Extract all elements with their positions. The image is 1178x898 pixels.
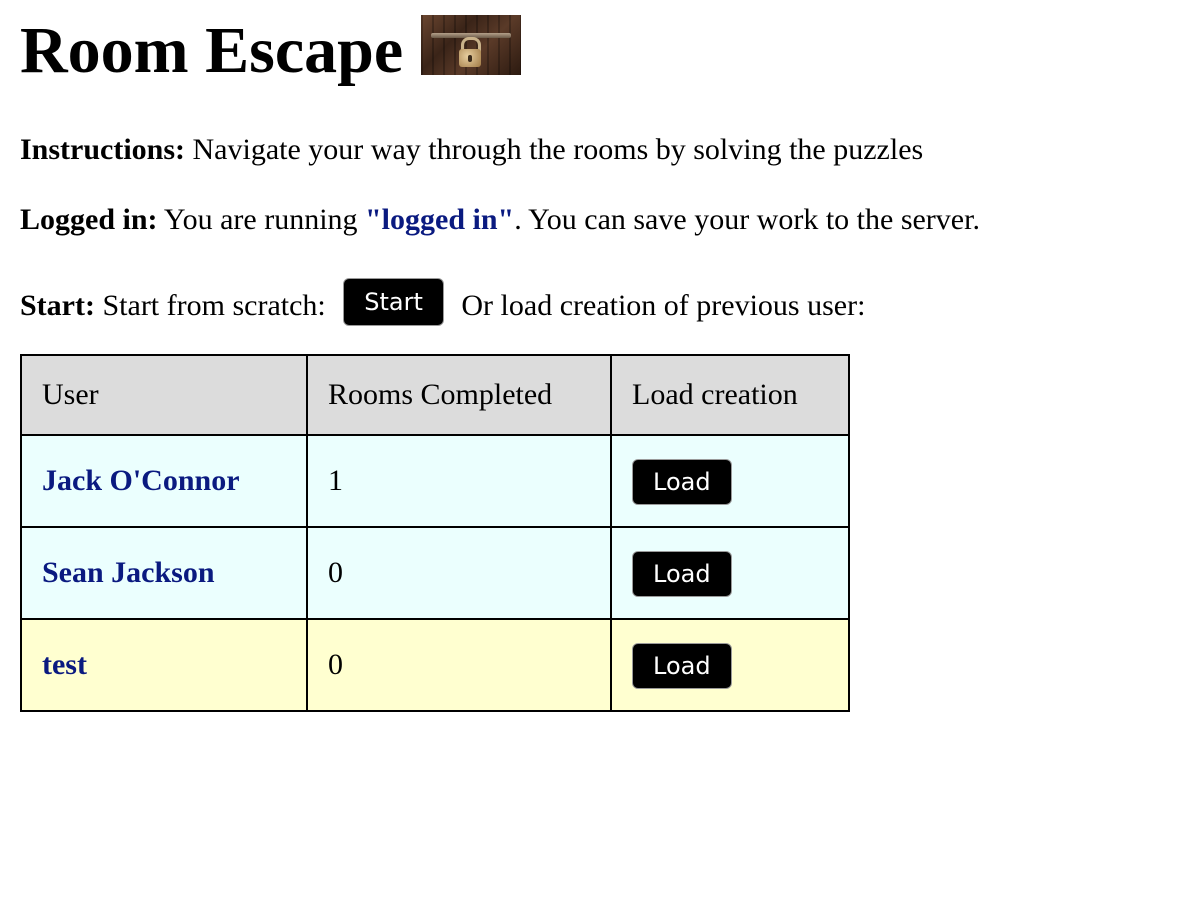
rooms-completed-cell: 0 — [306, 526, 612, 620]
login-paragraph: Logged in: You are running "logged in". … — [20, 202, 980, 238]
page-title: Room Escape — [20, 10, 1170, 92]
table-header-row: User Rooms Completed Load creation — [20, 354, 850, 436]
user-link[interactable]: test — [42, 648, 87, 681]
rooms-completed-cell: 0 — [306, 618, 612, 712]
load-button[interactable]: Load — [632, 551, 732, 597]
padlock-door-image — [421, 15, 522, 75]
user-cell: test — [20, 618, 308, 712]
login-text-before: You are running — [157, 203, 366, 236]
login-label: Logged in: — [20, 203, 158, 236]
user-link[interactable]: Sean Jackson — [42, 556, 215, 589]
page: Room Escape Instructions: Navigate your … — [20, 10, 1170, 712]
instructions-text: Navigate your way through the rooms by s… — [185, 133, 924, 166]
load-cell: Load — [610, 434, 850, 528]
start-label: Start: — [20, 289, 95, 322]
user-link[interactable]: Jack O'Connor — [42, 464, 240, 497]
start-text-after: Or load creation of previous user: — [453, 289, 866, 322]
table-row: Jack O'Connor 1 Load — [20, 434, 850, 528]
table-row: test 0 Load — [20, 618, 850, 712]
start-paragraph: Start: Start from scratch: Start Or load… — [20, 278, 866, 330]
instructions-paragraph: Instructions: Navigate your way through … — [20, 132, 923, 168]
header-load-creation: Load creation — [610, 354, 850, 436]
login-mode: "logged in" — [365, 203, 515, 236]
keyhole-shape — [468, 55, 473, 62]
login-text-after: . You can save your work to the server. — [514, 203, 980, 236]
load-cell: Load — [610, 618, 850, 712]
load-cell: Load — [610, 526, 850, 620]
page-title-text: Room Escape — [20, 14, 404, 87]
user-cell: Jack O'Connor — [20, 434, 308, 528]
start-button[interactable]: Start — [343, 278, 444, 326]
user-cell: Sean Jackson — [20, 526, 308, 620]
users-table: User Rooms Completed Load creation Jack … — [20, 354, 850, 712]
header-rooms-completed: Rooms Completed — [306, 354, 612, 436]
start-text-before: Start from scratch: — [94, 289, 334, 322]
table-row: Sean Jackson 0 Load — [20, 526, 850, 620]
header-user: User — [20, 354, 308, 436]
load-button[interactable]: Load — [632, 643, 732, 689]
instructions-label: Instructions: — [20, 133, 186, 166]
rooms-completed-cell: 1 — [306, 434, 612, 528]
load-button[interactable]: Load — [632, 459, 732, 505]
